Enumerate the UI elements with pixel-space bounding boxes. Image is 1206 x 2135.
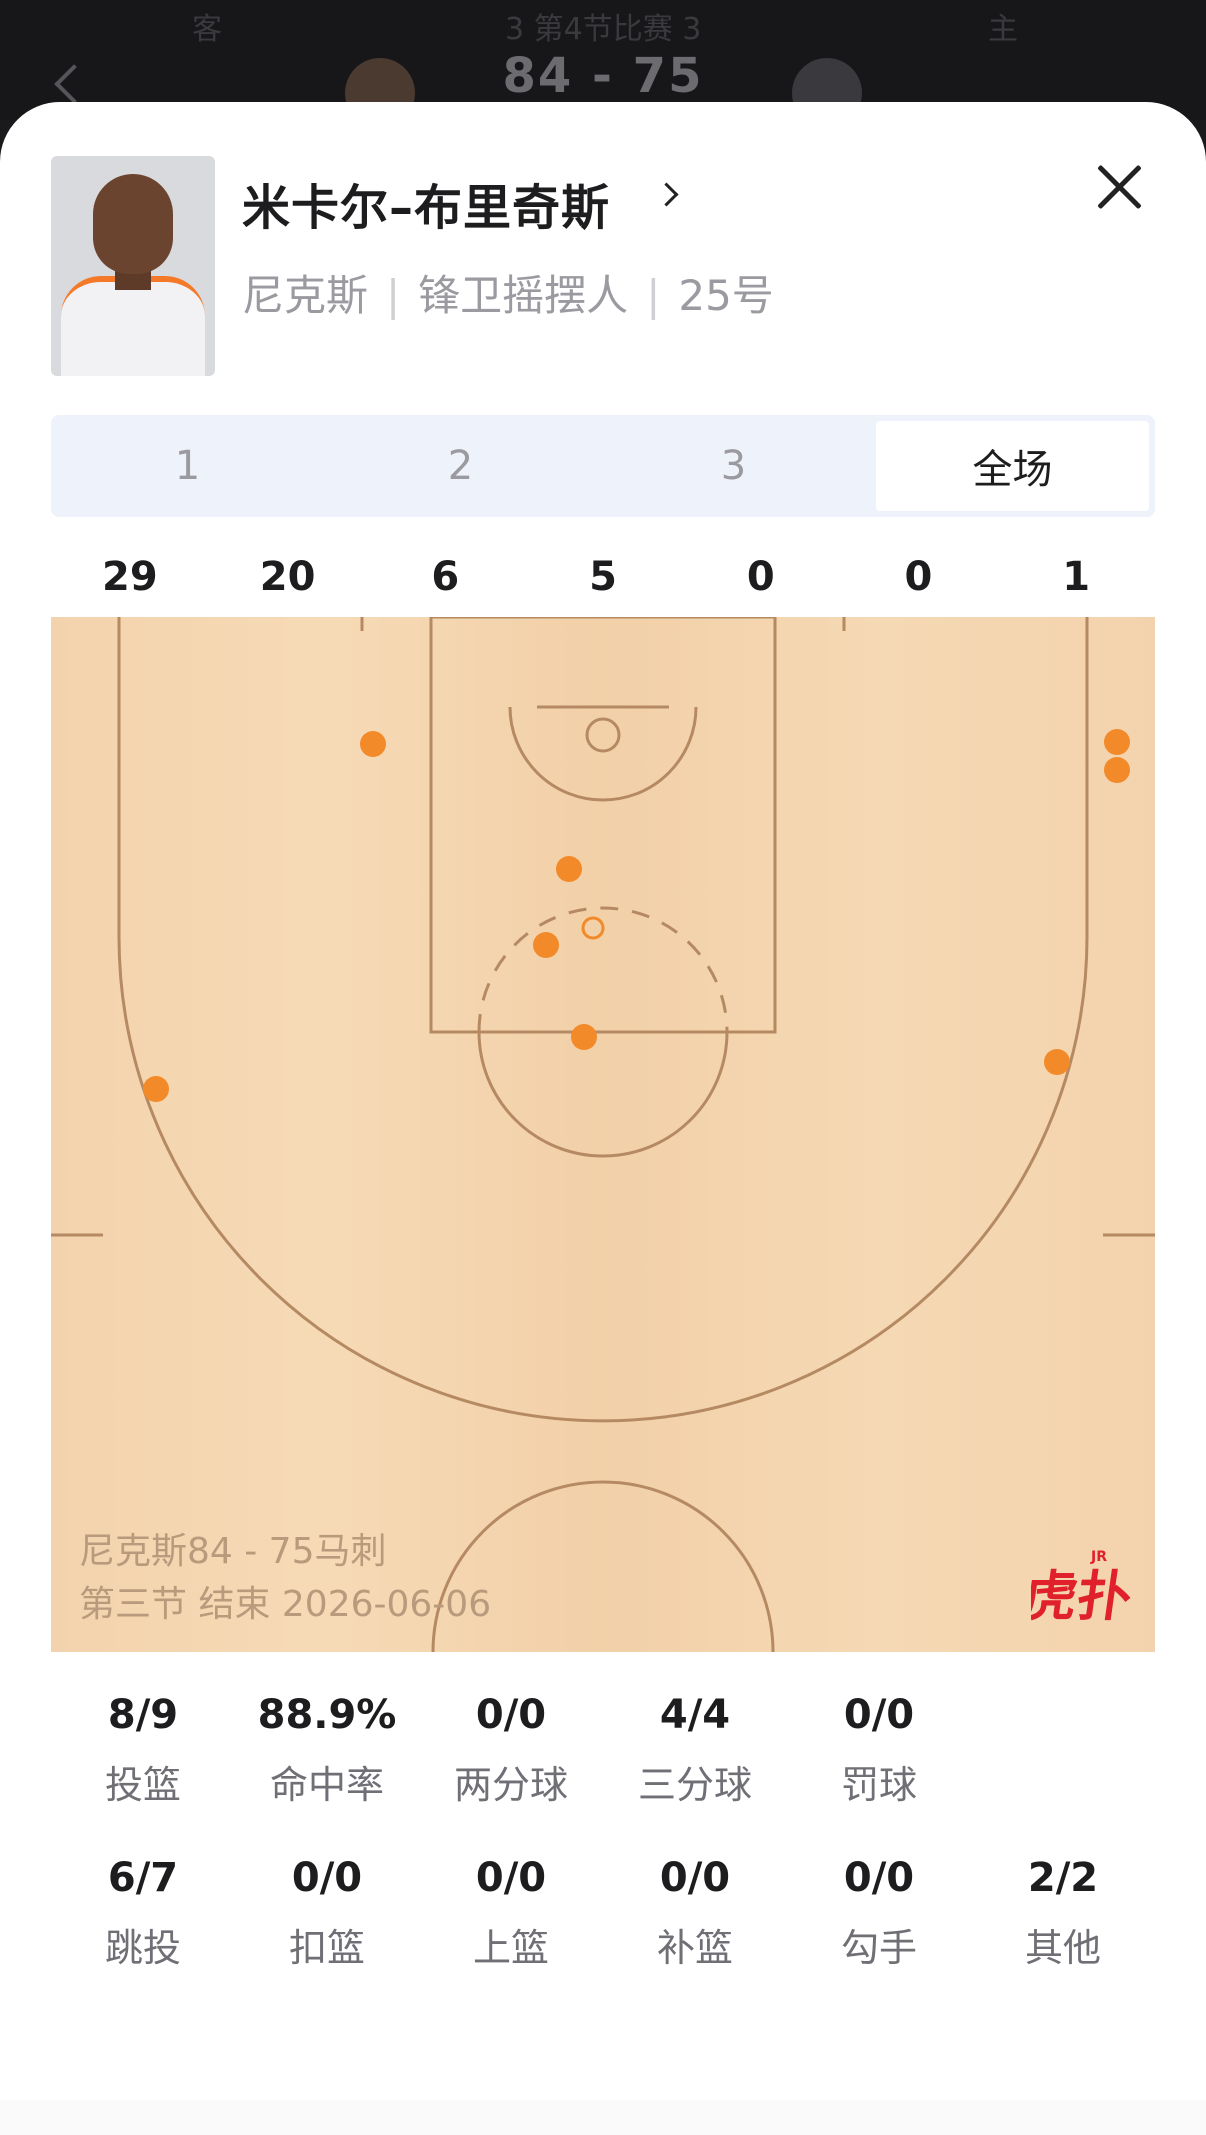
meta-divider: | [386,271,401,320]
stat-label: 上篮 [472,1926,549,1970]
court-lines [51,617,1155,1652]
stat-label: 补篮 [656,1926,733,1970]
stat-layups: 0/0 上篮 [419,1855,603,1972]
bottom-edge [0,2100,1206,2135]
tab-period-3[interactable]: 3 [597,415,870,517]
stat-label: 勾手 [840,1926,917,1970]
shots-made [143,729,1130,1102]
stat-label: 其他 [1024,1926,1101,1970]
stat-free-throws: 0/0 罚球 [787,1692,971,1809]
tab-period-1[interactable]: 1 [51,415,324,517]
stat-label: 三分球 [637,1763,752,1807]
shot-chart-court: 尼克斯84 - 75马刺 第三节 结束 2026-06-06 JR 虎扑 [51,617,1155,1652]
stat-value: 6 [431,554,460,600]
three-point-arc [117,936,1089,1423]
stat-label: 命中率 [269,1763,384,1807]
free-throw-circle-bottom [477,1031,729,1158]
restricted-area [508,706,698,802]
shot-made [571,1024,597,1050]
rim [585,717,621,753]
stat-value: 20 [259,554,316,600]
shot-made [1044,1049,1070,1075]
player-name[interactable]: 米卡尔–布里奇斯 [242,168,610,238]
stat-value: 5 [589,554,617,600]
stat-value: 0/0 [659,1855,731,1901]
stat-value: 0/0 [475,1855,547,1901]
stat-value: 0 [746,554,775,600]
stat-value: 0 [904,554,933,600]
stat-value: 6/7 [107,1855,179,1901]
stat-value: 88.9% [257,1692,397,1738]
player-position: 锋卫摇摆人 [418,271,629,320]
court-period-date: 第三节 结束 2026-06-06 [79,1584,492,1625]
stat-value: 29 [102,554,158,600]
away-tab-label[interactable]: 客 [192,4,222,48]
svg-text:JR: JR [1090,1549,1107,1565]
stat-three-pointers: 4/4 三分球 [603,1692,787,1809]
head-shape [93,174,173,274]
stat-value: 0/0 [843,1692,915,1738]
hupu-watermark-icon: JR 虎扑 [1031,1549,1131,1623]
stat-fg-percent: 88.9% 命中率 [235,1692,419,1809]
stat-value: 0/0 [843,1855,915,1901]
stat-dunks: 0/0 扣篮 [235,1855,419,1972]
paint-lane [429,617,777,1034]
shot-made [533,932,559,958]
svg-text:虎扑: 虎扑 [1031,1565,1131,1623]
shooting-summary-row: 8/9 投篮 88.9% 命中率 0/0 两分球 4/4 三分球 0/0 罚球 [51,1692,1155,1809]
shot-missed [581,916,605,940]
shot-made [556,856,582,882]
period-tab-label[interactable]: 3 第4节比赛 3 [505,4,701,48]
stat-label: 两分球 [453,1763,568,1807]
stat-value: 1 [1062,554,1091,600]
jersey-shape [61,276,205,376]
stat-label: 罚球 [840,1763,917,1807]
player-meta: 尼克斯 | 锋卫摇摆人 | 25号 [242,262,774,323]
stat-jump-shots: 6/7 跳投 [51,1855,235,1972]
court-markings [51,617,1155,1652]
player-number: 25号 [678,271,774,320]
meta-divider: | [646,271,661,320]
stat-hook-shots: 0/0 勾手 [787,1855,971,1972]
stat-label: 扣篮 [288,1926,365,1970]
chevron-right-icon[interactable] [654,182,679,207]
stat-value: 8/9 [107,1692,179,1738]
stat-label: 跳投 [104,1926,181,1970]
stat-label: 投篮 [104,1763,181,1807]
shot-made [143,1076,169,1102]
period-tabs: 1 2 3 全场 [51,415,1155,517]
player-avatar [51,156,215,376]
court-score-line: 尼克斯84 - 75马刺 [79,1531,387,1572]
close-icon[interactable] [1094,162,1144,212]
stat-value: 4/4 [659,1692,731,1738]
tab-period-2[interactable]: 2 [324,415,597,517]
tab-full-game[interactable]: 全场 [876,421,1149,511]
player-team: 尼克斯 [242,271,369,320]
stat-value: 2/2 [1027,1855,1099,1901]
shot-made [1104,729,1130,755]
stat-tip-ins: 0/0 补篮 [603,1855,787,1972]
shot-made [1104,757,1130,783]
stat-other-shots: 2/2 其他 [971,1855,1155,1972]
stat-value: 0/0 [291,1855,363,1901]
shot-type-row: 6/7 跳投 0/0 扣篮 0/0 上篮 0/0 补篮 0/0 勾手 2/2 其他 [51,1855,1155,1972]
shot-made [360,731,386,757]
game-score: 84 - 75 [502,48,704,104]
stat-field-goals: 8/9 投篮 [51,1692,235,1809]
stat-value: 0/0 [475,1692,547,1738]
stat-two-pointers: 0/0 两分球 [419,1692,603,1809]
home-tab-label[interactable]: 主 [988,4,1018,48]
